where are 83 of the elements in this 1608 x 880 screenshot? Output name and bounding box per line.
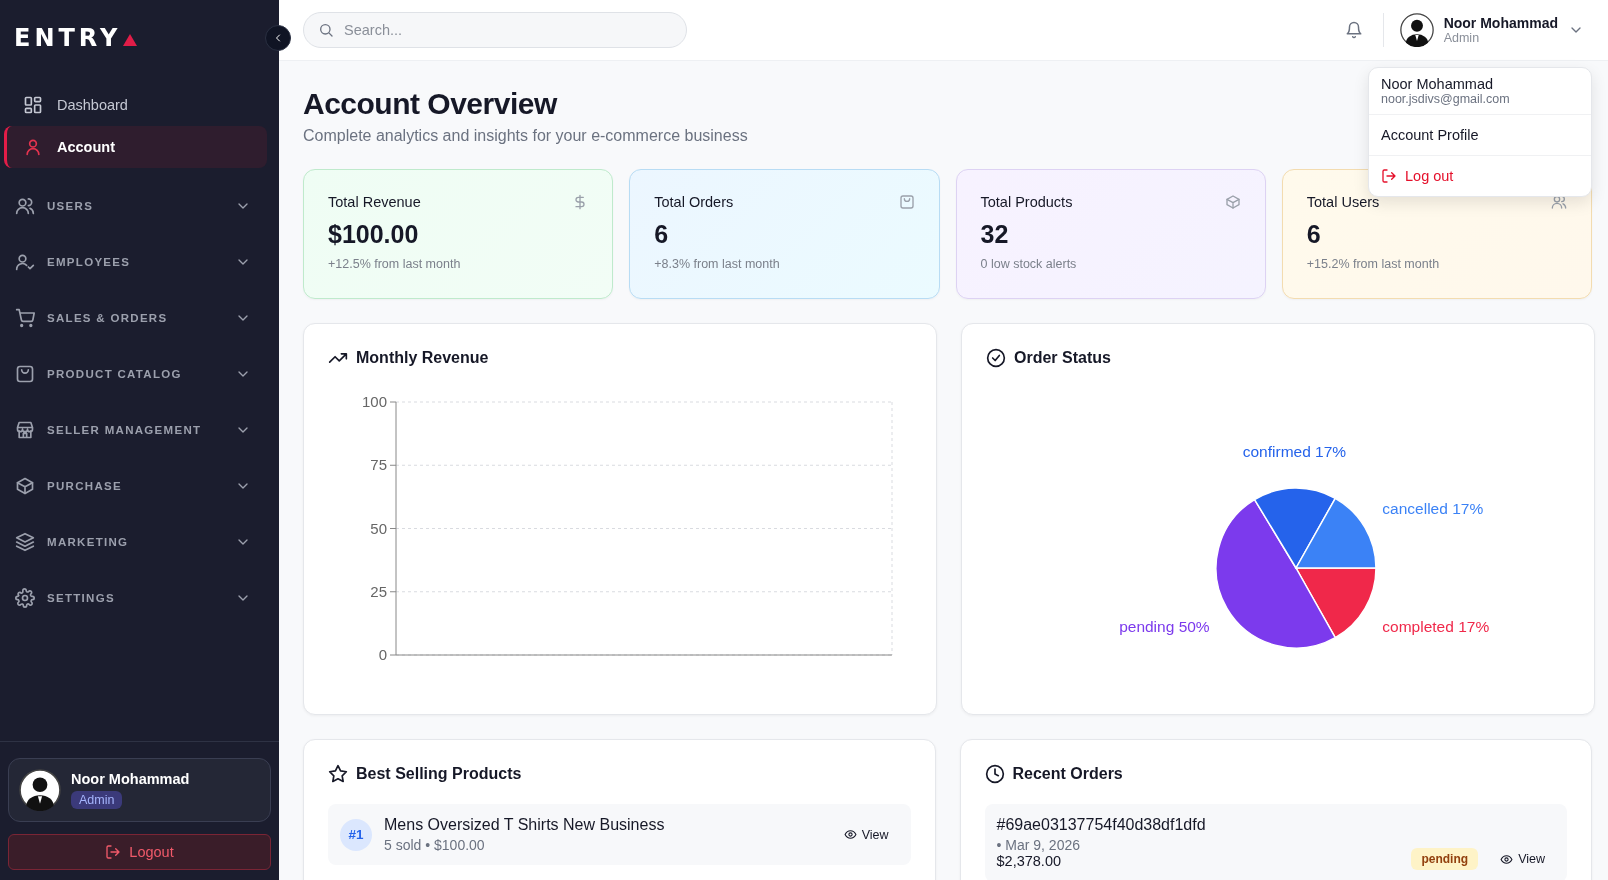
box-icon	[1224, 194, 1241, 210]
slice-label: cancelled 17%	[1382, 500, 1484, 518]
stat-title: Total Revenue	[328, 194, 421, 210]
view-button[interactable]: View	[1490, 848, 1555, 870]
nav-group[interactable]: EMPLOYEES	[47, 256, 223, 268]
panel-title: Recent Orders	[1012, 765, 1123, 783]
check-circle-icon	[986, 348, 1006, 368]
avatar-icon	[19, 769, 61, 811]
tick-label: 100	[361, 393, 387, 410]
panel-title: Order Status	[1014, 349, 1111, 367]
logout-icon	[105, 844, 122, 860]
bag-icon	[15, 364, 35, 384]
role-badge: Admin	[71, 791, 123, 809]
panel-title: Best Selling Products	[356, 765, 522, 783]
triangle-icon	[123, 34, 138, 46]
user-name: Noor Mohammad	[71, 771, 190, 787]
nav-group[interactable]: SALES & ORDERS	[47, 312, 223, 324]
stat-value: 32	[980, 220, 1010, 249]
logout-button[interactable]: Logout	[8, 834, 271, 870]
stat-title: Total Orders	[654, 194, 734, 210]
stat-note: 0 low stock alerts	[980, 257, 1078, 271]
order-total: $2,378.00	[996, 853, 1062, 869]
menu-user-name: Noor Mohammad	[1381, 76, 1494, 92]
nav-item[interactable]: Account	[4, 126, 267, 168]
panel-title: Monthly Revenue	[356, 349, 489, 367]
page-subtitle: Complete analytics and insights for your e-commerce business	[303, 127, 748, 145]
stat-title: Total Users	[1306, 194, 1380, 210]
stat-note: +8.3% from last month	[654, 257, 781, 271]
logout-icon	[1381, 168, 1397, 184]
user-check-icon	[15, 252, 35, 272]
status-badge: pending	[1411, 848, 1479, 870]
stat-title: Total Products	[980, 194, 1073, 210]
stat-value: 6	[654, 220, 670, 249]
tick-label: 0	[378, 646, 387, 663]
collapse-button[interactable]	[265, 25, 291, 51]
tick-label: 75	[370, 456, 387, 474]
product-meta: 5 sold • $100.00	[384, 837, 486, 853]
menu-item[interactable]: Log out	[1369, 156, 1591, 196]
grid-icon	[23, 95, 43, 115]
eye-icon	[1500, 852, 1514, 866]
avatar-icon	[1399, 13, 1434, 47]
page-title: Account Overview	[303, 87, 557, 121]
cart-icon	[15, 308, 35, 328]
slice-label: confirmed 17%	[1242, 443, 1347, 460]
users-icon	[1551, 194, 1567, 210]
nav-group[interactable]: SELLER MANAGEMENT	[47, 424, 223, 436]
menu-item[interactable]: Account Profile	[1369, 115, 1591, 156]
slice-label: pending 50%	[1119, 617, 1210, 635]
product-name: Mens Oversized T Shirts New Business	[384, 816, 666, 834]
search-box[interactable]: Search...	[303, 12, 687, 48]
tick-label: 50	[370, 519, 387, 537]
tick-label: 25	[370, 582, 387, 600]
layers-icon	[15, 532, 35, 552]
nav-group[interactable]: SETTINGS	[47, 592, 223, 604]
logo: ENTRY	[14, 24, 122, 52]
rank-badge: #1	[340, 818, 372, 851]
order-date: • Mar 9, 2026	[996, 837, 1081, 853]
users-icon	[15, 196, 35, 216]
nav-group[interactable]: PRODUCT CATALOG	[47, 368, 223, 380]
nav-item[interactable]: Dashboard	[4, 84, 267, 126]
order-id: #69ae03137754f40d38df1dfd	[996, 816, 1207, 834]
search-icon	[318, 22, 334, 38]
search-field[interactable]: Search...	[342, 21, 672, 39]
user-menu-button[interactable]: Noor Mohammad Admin	[1383, 13, 1584, 47]
bag-icon	[898, 194, 915, 210]
settings-icon	[15, 588, 35, 608]
nav-group[interactable]: USERS	[47, 200, 223, 212]
stat-note: +15.2% from last month	[1306, 257, 1441, 271]
box-icon	[15, 476, 35, 496]
nav-group[interactable]: MARKETING	[47, 536, 223, 548]
menu-user-email: noor.jsdivs@gmail.com	[1381, 92, 1511, 106]
nav-group[interactable]: PURCHASE	[47, 480, 223, 492]
user-icon	[23, 137, 43, 157]
slice-label: completed 17%	[1382, 617, 1490, 635]
store-icon	[15, 420, 35, 440]
eye-icon	[843, 828, 857, 841]
bell-icon[interactable]	[1344, 21, 1363, 39]
clock-icon	[984, 764, 1005, 784]
star-icon	[328, 764, 348, 784]
stat-value: 6	[1306, 220, 1322, 249]
stat-note: +12.5% from last month	[328, 257, 462, 271]
stat-value: $100.00	[328, 220, 420, 249]
view-button[interactable]: View	[833, 823, 899, 846]
